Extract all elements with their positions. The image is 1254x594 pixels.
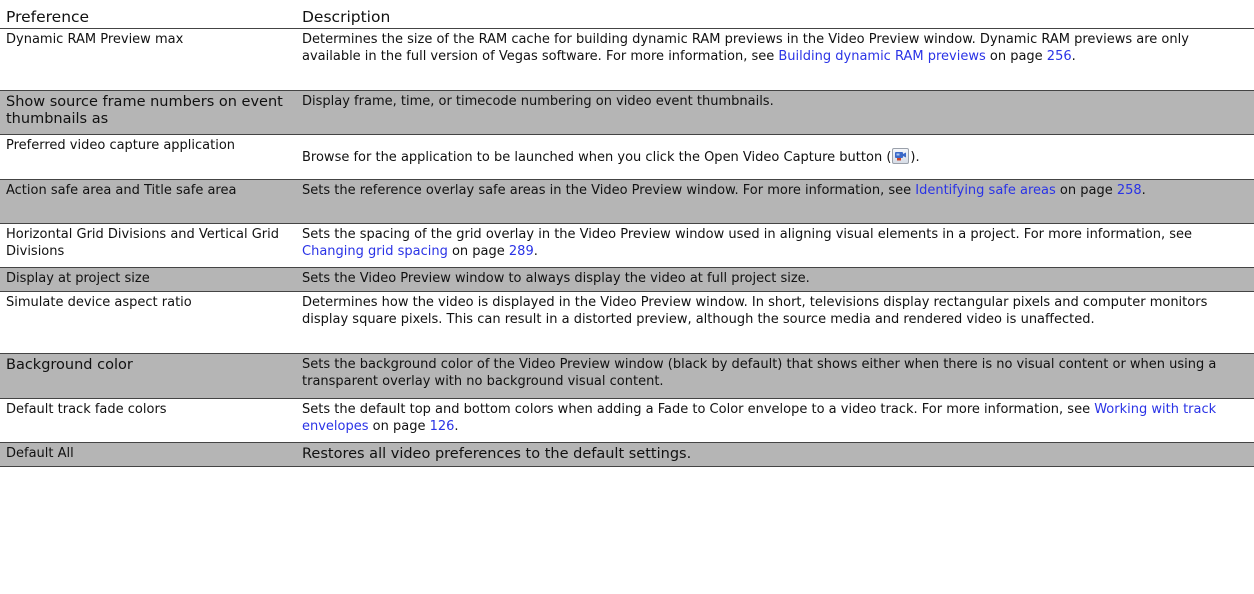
description-text: on page: [447, 243, 509, 259]
description-text: .: [1141, 183, 1146, 198]
description-cell: Display frame, time, or timecode numberi…: [296, 90, 1254, 135]
description-cell: Restores all video preferences to the de…: [296, 442, 1254, 467]
description-text: Sets the Video Preview window to always …: [302, 271, 810, 286]
preference-cell: Default All: [0, 442, 296, 467]
video-capture-icon: [892, 147, 910, 164]
table-header-row: Preference Description: [0, 6, 1254, 29]
description-text: Restores all video preferences to the de…: [302, 446, 692, 462]
page-number-link[interactable]: 258: [1117, 183, 1142, 198]
description-cell: Sets the reference overlay safe areas in…: [296, 179, 1254, 224]
table-row: Dynamic RAM Preview max Determines the s…: [0, 28, 1254, 91]
column-header-preference: Preference: [6, 7, 90, 26]
cross-reference-link[interactable]: Identifying safe areas: [915, 183, 1056, 198]
preference-cell: Preferred video capture application: [0, 134, 296, 180]
page-number-link[interactable]: 256: [1047, 49, 1072, 64]
description-cell: Determines the size of the RAM cache for…: [296, 28, 1254, 91]
page-number-link[interactable]: 126: [430, 419, 455, 434]
description-text: Sets the spacing of the grid overlay in …: [302, 227, 1193, 242]
preference-cell: Action safe area and Title safe area: [0, 179, 296, 224]
description-text: Determines how the video is displayed in…: [302, 295, 1208, 327]
table-row: Horizontal Grid Divisions and Vertical G…: [0, 223, 1254, 268]
description-cell: Browse for the application to be launche…: [296, 134, 1254, 180]
description-text: on page: [368, 418, 430, 434]
description-cell: Sets the default top and bottom colors w…: [296, 398, 1254, 443]
description-text: .: [533, 243, 538, 259]
table-row: Default All Restores all video preferenc…: [0, 442, 1254, 467]
description-text: on page: [1055, 183, 1117, 198]
description-text: Sets the background color of the Video P…: [302, 357, 1217, 389]
preference-cell: Background color: [0, 353, 296, 399]
preference-cell: Simulate device aspect ratio: [0, 291, 296, 354]
preference-cell: Horizontal Grid Divisions and Vertical G…: [0, 223, 296, 268]
video-preferences-table: Preference Description Dynamic RAM Previ…: [0, 6, 1254, 467]
table-row: Action safe area and Title safe area Set…: [0, 179, 1254, 224]
cross-reference-link[interactable]: Building dynamic RAM previews: [778, 49, 985, 64]
table-row: Show source frame numbers on event thumb…: [0, 90, 1254, 135]
preference-cell: Dynamic RAM Preview max: [0, 28, 296, 91]
page-number-link[interactable]: 289: [509, 244, 534, 259]
description-text: on page: [985, 48, 1047, 64]
preference-cell: Show source frame numbers on event thumb…: [0, 90, 296, 135]
table-row: Preferred video capture application Brow…: [0, 134, 1254, 180]
description-text: ).: [910, 149, 920, 165]
description-text: .: [1071, 48, 1076, 64]
column-header-description: Description: [302, 7, 391, 26]
preference-cell: Display at project size: [0, 267, 296, 292]
table-row: Display at project size Sets the Video P…: [0, 267, 1254, 292]
description-cell: Sets the background color of the Video P…: [296, 353, 1254, 399]
description-text: Sets the reference overlay safe areas in…: [302, 183, 916, 198]
description-cell: Sets the Video Preview window to always …: [296, 267, 1254, 292]
description-cell: Sets the spacing of the grid overlay in …: [296, 223, 1254, 268]
table-row: Default track fade colors Sets the defau…: [0, 398, 1254, 443]
description-text: .: [454, 418, 459, 434]
table-row: Simulate device aspect ratio Determines …: [0, 291, 1254, 354]
description-text: Browse for the application to be launche…: [302, 149, 892, 165]
table-row: Background color Sets the background col…: [0, 353, 1254, 399]
description-text: Sets the default top and bottom colors w…: [302, 402, 1095, 417]
cross-reference-link[interactable]: Changing grid spacing: [302, 244, 448, 259]
description-cell: Determines how the video is displayed in…: [296, 291, 1254, 354]
preference-cell: Default track fade colors: [0, 398, 296, 443]
description-text: Display frame, time, or timecode numberi…: [302, 94, 774, 109]
